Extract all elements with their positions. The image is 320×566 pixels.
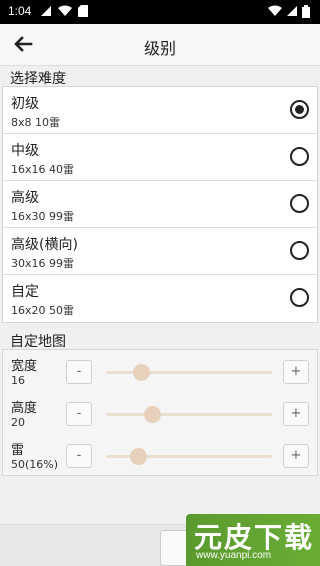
radio-button[interactable] — [290, 241, 309, 260]
custom-map-panel: 宽度 16 - + 高度 20 - + 雷 50(16%) - + — [2, 349, 318, 476]
difficulty-name: 中级 — [11, 143, 39, 159]
wifi-icon — [58, 5, 72, 20]
height-setting: 高度 20 - + — [3, 392, 317, 434]
height-decrease-button[interactable]: - — [66, 402, 92, 426]
difficulty-option-custom[interactable]: 自定 16x20 50雷 — [3, 275, 317, 322]
difficulty-name: 自定 — [11, 284, 39, 300]
mines-value: 50(16%) — [11, 458, 59, 471]
mines-slider-track[interactable] — [106, 448, 272, 465]
difficulty-option-beginner[interactable]: 初级 8x8 10雷 — [3, 87, 317, 134]
height-slider-thumb[interactable] — [144, 406, 162, 423]
width-label: 宽度 — [11, 359, 38, 374]
width-value: 16 — [11, 374, 25, 387]
wifi-icon — [268, 5, 282, 20]
difficulty-detail: 16x20 50雷 — [11, 304, 74, 317]
width-decrease-button[interactable]: - — [66, 360, 92, 384]
custom-map-section-label: 自定地图 — [10, 334, 66, 350]
width-setting: 宽度 16 - + — [3, 350, 317, 392]
width-slider-thumb[interactable] — [132, 364, 150, 381]
mines-slider-thumb[interactable] — [129, 448, 147, 465]
radio-button[interactable] — [290, 194, 309, 213]
difficulty-detail: 16x30 99雷 — [11, 210, 74, 223]
difficulty-name: 高级 — [11, 190, 39, 206]
difficulty-detail: 8x8 10雷 — [11, 116, 61, 129]
height-label: 高度 — [11, 401, 38, 416]
cell-signal-icon — [286, 5, 298, 20]
radio-button-selected[interactable] — [290, 100, 309, 119]
signal-icon — [40, 5, 52, 20]
height-slider-track[interactable] — [106, 406, 272, 423]
width-increase-button[interactable]: + — [283, 360, 309, 384]
difficulty-detail: 16x16 40雷 — [11, 163, 74, 176]
mines-setting: 雷 50(16%) - + — [3, 434, 317, 476]
difficulty-option-intermediate[interactable]: 中级 16x16 40雷 — [3, 134, 317, 181]
watermark-url: www.yuanpi.com — [196, 550, 272, 561]
battery-icon — [302, 5, 310, 21]
status-time: 1:04 — [8, 4, 32, 18]
radio-button[interactable] — [290, 147, 309, 166]
radio-button[interactable] — [290, 288, 309, 307]
difficulty-option-expert[interactable]: 高级 16x30 99雷 — [3, 181, 317, 228]
status-bar: 1:04 — [0, 0, 320, 24]
mines-label: 雷 — [11, 443, 25, 458]
watermark-logo: 元皮下载 www.yuanpi.com — [186, 514, 320, 566]
difficulty-detail: 30x16 99雷 — [11, 257, 74, 270]
width-slider-track[interactable] — [106, 364, 272, 381]
difficulty-name: 初级 — [11, 96, 39, 112]
difficulty-name: 高级(横向) — [11, 237, 78, 253]
mines-increase-button[interactable]: + — [283, 444, 309, 468]
sd-card-icon — [78, 5, 88, 20]
height-increase-button[interactable]: + — [283, 402, 309, 426]
mines-decrease-button[interactable]: - — [66, 444, 92, 468]
app-bar: 级别 — [0, 24, 320, 66]
difficulty-section-label: 选择难度 — [10, 71, 66, 87]
difficulty-option-expert-landscape[interactable]: 高级(横向) 30x16 99雷 — [3, 228, 317, 275]
difficulty-list: 初级 8x8 10雷 中级 16x16 40雷 高级 16x30 99雷 高级(… — [2, 86, 318, 323]
page-title: 级别 — [143, 39, 176, 58]
height-value: 20 — [11, 416, 25, 429]
